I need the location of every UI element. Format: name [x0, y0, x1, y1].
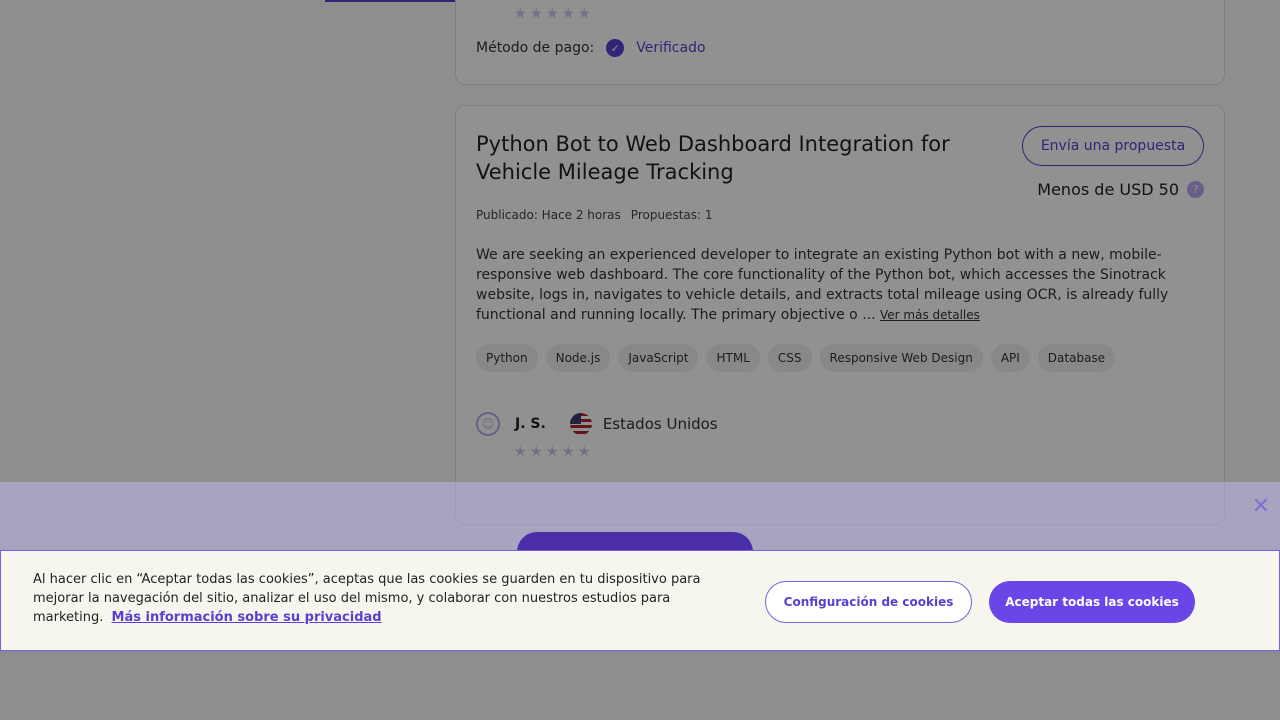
privacy-info-link[interactable]: Más información sobre su privacidad: [112, 610, 382, 625]
cookie-message: Al hacer clic en “Aceptar todas las cook…: [33, 570, 723, 627]
cookie-settings-button[interactable]: Configuración de cookies: [765, 581, 972, 623]
cookie-consent-banner: Al hacer clic en “Aceptar todas las cook…: [0, 550, 1280, 651]
accept-all-cookies-button[interactable]: Aceptar todas las cookies: [989, 581, 1195, 623]
close-icon[interactable]: ✕: [1252, 494, 1270, 519]
